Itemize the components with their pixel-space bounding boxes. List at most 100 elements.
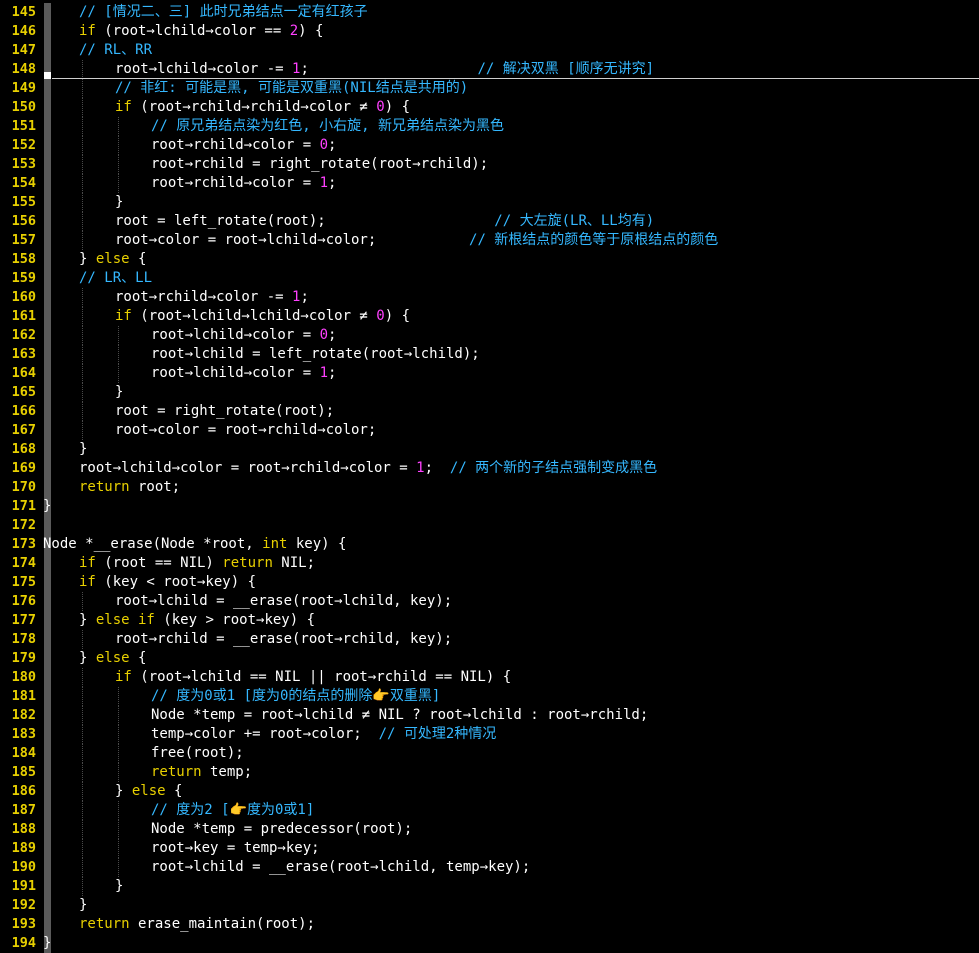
code-token: temp→color += root→color; [151,726,379,742]
line-number: 180 [11,669,36,685]
code-line[interactable]: 172 [0,516,979,535]
code-token: root→color = root→lchild→color; [115,232,470,248]
code-line[interactable]: 168} [0,440,979,459]
code-line[interactable]: 151 // 原兄弟结点染为红色, 小右旋, 新兄弟结点染为黑色 [0,117,979,136]
code-text: root→lchild→color -= 1; // 解决双黑 [顺序无讲究] [115,60,654,79]
text-cursor [44,72,51,79]
line-number: 161 [11,308,36,324]
code-token: root = left_rotate(root); [115,213,495,229]
line-number: 185 [11,764,36,780]
code-line[interactable]: 194} [0,934,979,953]
code-line[interactable]: 157 root→color = root→lchild→color; // 新根… [0,231,979,250]
code-line[interactable]: 159 // LR、LL [0,269,979,288]
line-number: 169 [11,460,36,476]
code-line[interactable]: 185 return temp; [0,763,979,782]
code-line[interactable]: 187 // 度为2 [👉度为0或1] [0,801,979,820]
code-line[interactable]: 149 // 非红: 可能是黑, 可能是双重黑(NIL结点是共用的) [0,79,979,98]
indent-guide [82,117,83,136]
indent-guide [118,155,119,174]
code-line[interactable]: 167 root→color = root→rchild→color; [0,421,979,440]
indent-guide [82,60,83,79]
code-line[interactable]: 184 free(root); [0,744,979,763]
keyword-token: return [222,555,273,571]
number-token: 0 [319,137,329,153]
code-line[interactable]: 191} [0,877,979,896]
line-number: 168 [11,441,36,457]
code-line[interactable]: 189 root→key = temp→key; [0,839,979,858]
code-token: root = right_rotate(root); [115,403,335,419]
code-line[interactable]: 155} [0,193,979,212]
code-line[interactable]: 147 // RL、RR [0,41,979,60]
code-text: root = right_rotate(root); [115,402,334,421]
line-number: 160 [11,289,36,305]
code-line[interactable]: 156 root = left_rotate(root); // 大左旋(LR、L… [0,212,979,231]
line-number: 152 [11,137,36,153]
code-line[interactable]: 152 root→rchild→color = 0; [0,136,979,155]
line-number: 159 [11,270,36,286]
code-token: ; [328,365,337,381]
indent-guide [82,136,83,155]
code-line[interactable]: 175 if (key < root→key) { [0,573,979,592]
code-line[interactable]: 158} else { [0,250,979,269]
code-line[interactable]: 164 root→lchild→color = 1; [0,364,979,383]
code-line[interactable]: 153 root→rchild = right_rotate(root→rchil… [0,155,979,174]
sign-column [44,250,51,269]
code-line[interactable]: 173 Node *__erase(Node *root, int key) { [0,535,979,554]
code-token: } [43,498,52,514]
sign-column [44,478,51,497]
code-line[interactable]: 190 root→lchild = __erase(root→lchild, te… [0,858,979,877]
number-token: 1 [319,175,329,191]
line-number: 164 [11,365,36,381]
code-token: ; [328,137,337,153]
keyword-token: else [131,783,166,799]
code-line[interactable]: 146 if (root→lchild→color == 2) { [0,22,979,41]
sign-column [44,573,51,592]
code-line[interactable]: 163 root→lchild = left_rotate(root→lchild… [0,345,979,364]
sign-column [44,801,51,820]
code-line[interactable]: 178 root→rchild = __erase(root→rchild, ke… [0,630,979,649]
code-line[interactable]: 176 root→lchild = __erase(root→lchild, ke… [0,592,979,611]
code-text: root→lchild = __erase(root→lchild, key); [115,592,452,611]
code-line[interactable]: 169 root→lchild→color = root→rchild→color… [0,459,979,478]
code-token: root→lchild→color = root→rchild→color = [79,460,417,476]
code-line[interactable]: 192} [0,896,979,915]
code-line[interactable]: 171} [0,497,979,516]
indent-guide [118,687,119,706]
code-line[interactable]: 170 return root; [0,478,979,497]
code-line[interactable]: 148 root→lchild→color -= 1; // 解决双黑 [顺序无讲… [0,60,979,79]
sign-column [44,136,51,155]
code-line[interactable]: 193 return erase_maintain(root); [0,915,979,934]
code-line[interactable]: 181 // 度为0或1 [度为0的结点的删除👉双重黑] [0,687,979,706]
code-line[interactable]: 186} else { [0,782,979,801]
line-number: 189 [11,840,36,856]
code-text: } else { [79,649,146,668]
code-text: root→rchild = __erase(root→rchild, key); [115,630,452,649]
code-token: root→rchild→color = [151,137,320,153]
code-line[interactable]: 160 root→rchild→color -= 1; [0,288,979,307]
sign-column [44,459,51,478]
code-line[interactable]: 150 if (root→rchild→rchild→color ≠ 0) { [0,98,979,117]
indent-guide [82,307,83,326]
code-token: ) { [384,99,411,115]
sign-column [44,41,51,60]
code-line[interactable]: 180 if (root→lchild == NIL || root→rchild… [0,668,979,687]
line-number: 194 [11,935,36,951]
code-line[interactable]: 145 // [情况二、三] 此时兄弟结点一定有红孩子 [0,3,979,22]
code-line[interactable]: 162 root→lchild→color = 0; [0,326,979,345]
comment-token: // 可处理2种情况 [378,726,497,742]
code-line[interactable]: 165} [0,383,979,402]
code-line[interactable]: 174 if (root == NIL) return NIL; [0,554,979,573]
code-line[interactable]: 179} else { [0,649,979,668]
code-editor[interactable]: 145 // [情况二、三] 此时兄弟结点一定有红孩子 146 if (root→lc… [0,3,979,953]
code-token: root→lchild = left_rotate(root→lchild); [151,346,480,362]
code-line[interactable]: 154 root→rchild→color = 1; [0,174,979,193]
code-line[interactable]: 182 Node *temp = root→lchild ≠ NIL ? root… [0,706,979,725]
code-text: } [79,440,87,459]
code-line[interactable]: 177} else if (key > root→key) { [0,611,979,630]
code-line[interactable]: 188 Node *temp = predecessor(root); [0,820,979,839]
indent-guide [118,174,119,193]
code-line[interactable]: 166 root = right_rotate(root); [0,402,979,421]
code-line[interactable]: 183 temp→color += root→color; // 可处理2种情况 [0,725,979,744]
code-token: } [79,441,88,457]
code-line[interactable]: 161 if (root→lchild→lchild→color ≠ 0) { [0,307,979,326]
